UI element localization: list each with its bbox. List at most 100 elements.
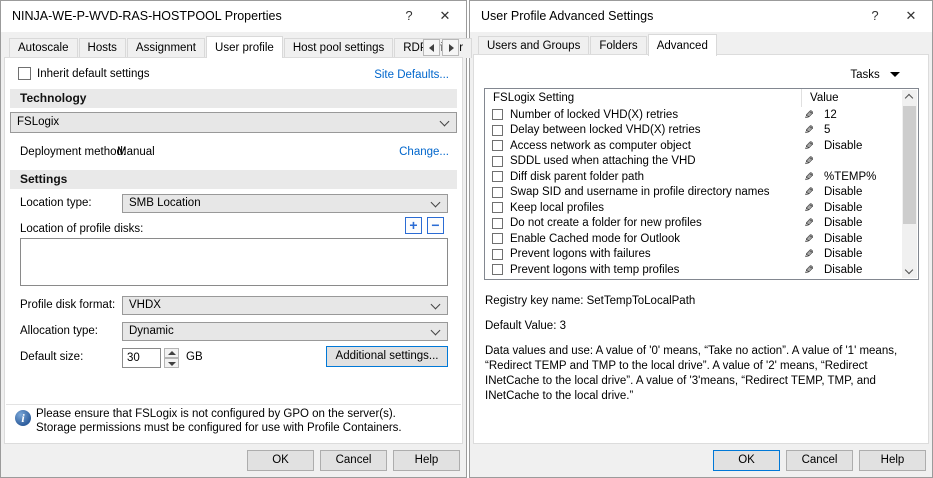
setting-row[interactable]: Access network as computer object ✎ Disa… (485, 138, 918, 154)
close-icon[interactable]: ✕ (430, 1, 460, 31)
profile-disk-format-select[interactable]: VHDX (122, 296, 448, 315)
setting-row[interactable]: Diff disk parent folder path ✎ %TEMP% (485, 169, 918, 185)
setting-value: Disable (824, 217, 863, 230)
tab-strip: Autoscale Hosts Assignment User profile … (9, 34, 473, 58)
tab-scroll-right-icon[interactable] (442, 39, 459, 56)
inherit-default-settings-checkbox[interactable] (18, 67, 31, 80)
tab-scroll-left-icon[interactable] (423, 39, 440, 56)
chevron-down-icon (430, 325, 441, 336)
registry-key-text: Registry key name: SetTempToLocalPath (485, 295, 696, 307)
add-location-icon[interactable]: + (405, 217, 422, 234)
scroll-up-icon[interactable] (902, 90, 917, 105)
setting-checkbox[interactable] (492, 202, 503, 214)
setting-row[interactable]: Enable Cached mode for Outlook ✎ Disable (485, 231, 918, 247)
tasks-dropdown[interactable]: Tasks (850, 69, 900, 81)
inherit-default-settings-label: Inherit default settings (37, 68, 150, 80)
setting-row[interactable]: Swap SID and username in profile directo… (485, 185, 918, 201)
location-type-select[interactable]: SMB Location (122, 194, 448, 213)
edit-pencil-icon[interactable]: ✎ (802, 216, 816, 230)
tab-folders[interactable]: Folders (590, 36, 647, 56)
stepper-down-icon[interactable] (164, 358, 179, 368)
setting-label: Enable Cached mode for Outlook (510, 232, 681, 245)
tab-assignment[interactable]: Assignment (126, 38, 206, 58)
setting-checkbox[interactable] (492, 264, 503, 276)
stepper-up-icon[interactable] (164, 348, 179, 358)
edit-pencil-icon[interactable]: ✎ (802, 201, 816, 215)
setting-checkbox[interactable] (492, 109, 503, 121)
edit-pencil-icon[interactable]: ✎ (802, 247, 816, 261)
allocation-type-select[interactable]: Dynamic (122, 322, 448, 341)
tab-advanced[interactable]: Advanced (647, 34, 717, 56)
scroll-down-icon[interactable] (902, 263, 917, 278)
close-icon[interactable]: ✕ (896, 1, 926, 31)
profile-disk-format-label: Profile disk format: (20, 299, 116, 311)
list-scrollbar[interactable] (902, 90, 917, 278)
setting-checkbox[interactable] (492, 233, 503, 245)
location-of-profile-disks-label: Location of profile disks: (20, 223, 144, 235)
edit-pencil-icon[interactable]: ✎ (802, 185, 816, 199)
edit-pencil-icon[interactable]: ✎ (802, 139, 816, 153)
setting-label: Do not create a folder for new profiles (510, 217, 702, 230)
default-size-unit-label: GB (186, 351, 203, 363)
default-size-input[interactable] (122, 348, 161, 368)
setting-label: SDDL used when attaching the VHD (510, 155, 696, 168)
cancel-button[interactable]: Cancel (786, 450, 853, 471)
edit-pencil-icon[interactable]: ✎ (802, 170, 816, 184)
setting-row[interactable]: Prevent logons with failures ✎ Disable (485, 247, 918, 263)
help-icon[interactable]: ? (394, 1, 424, 31)
additional-settings-button[interactable]: Additional settings... (326, 346, 448, 367)
tab-hosts[interactable]: Hosts (78, 38, 126, 58)
info-icon: i (15, 410, 31, 426)
profile-disks-list[interactable] (20, 238, 448, 286)
user-profile-tab-page: Inherit default settings Site Defaults..… (4, 57, 463, 444)
ok-button[interactable]: OK (713, 450, 780, 471)
site-defaults-link[interactable]: Site Defaults... (374, 69, 449, 81)
edit-pencil-icon[interactable]: ✎ (802, 123, 816, 137)
ok-button[interactable]: OK (247, 450, 314, 471)
dialog-title: NINJA-WE-P-WVD-RAS-HOSTPOOL Properties (12, 9, 282, 23)
chevron-down-icon (430, 299, 441, 310)
setting-checkbox[interactable] (492, 124, 503, 136)
setting-row[interactable]: Do not create a folder for new profiles … (485, 216, 918, 232)
help-icon[interactable]: ? (860, 1, 890, 31)
setting-row[interactable]: SDDL used when attaching the VHD ✎ (485, 154, 918, 170)
remove-location-icon[interactable]: − (427, 217, 444, 234)
location-type-selected-value: SMB Location (129, 197, 201, 209)
location-type-label: Location type: (20, 197, 92, 209)
setting-row[interactable]: Number of locked VHD(X) retries ✎ 12 (485, 107, 918, 123)
tab-users-and-groups[interactable]: Users and Groups (478, 36, 590, 56)
scrollbar-thumb[interactable] (903, 106, 916, 224)
setting-checkbox[interactable] (492, 248, 503, 260)
notice-line-2: Storage permissions must be configured f… (36, 422, 402, 434)
edit-pencil-icon[interactable]: ✎ (802, 263, 816, 277)
setting-label: Diff disk parent folder path (510, 170, 645, 183)
tab-user-profile[interactable]: User profile (206, 36, 283, 58)
title-bar: NINJA-WE-P-WVD-RAS-HOSTPOOL Properties ?… (1, 1, 466, 32)
change-link[interactable]: Change... (399, 146, 449, 158)
help-button[interactable]: Help (859, 450, 926, 471)
technology-selected-value: FSLogix (17, 116, 60, 128)
setting-checkbox[interactable] (492, 140, 503, 152)
setting-label: Prevent logons with failures (510, 248, 651, 261)
help-button[interactable]: Help (393, 450, 460, 471)
deployment-method-value: Manual (117, 146, 155, 158)
advanced-tab-page: Tasks FSLogix Setting Value Number of lo… (473, 54, 929, 444)
setting-checkbox[interactable] (492, 155, 503, 167)
edit-pencil-icon[interactable]: ✎ (802, 154, 816, 168)
setting-checkbox[interactable] (492, 217, 503, 229)
setting-row[interactable]: Prevent logons with temp profiles ✎ Disa… (485, 262, 918, 278)
allocation-type-label: Allocation type: (20, 325, 98, 337)
edit-pencil-icon[interactable]: ✎ (802, 232, 816, 246)
tab-host-pool-settings[interactable]: Host pool settings (283, 38, 394, 58)
technology-select[interactable]: FSLogix (10, 112, 457, 133)
data-values-description: Data values and use: A value of '0' mean… (485, 345, 898, 402)
setting-row[interactable]: Keep local profiles ✎ Disable (485, 200, 918, 216)
setting-checkbox[interactable] (492, 171, 503, 183)
setting-value: Disable (824, 232, 863, 245)
setting-column-header: FSLogix Setting (493, 92, 575, 104)
setting-row[interactable]: Delay between locked VHD(X) retries ✎ 5 (485, 123, 918, 139)
setting-checkbox[interactable] (492, 186, 503, 198)
cancel-button[interactable]: Cancel (320, 450, 387, 471)
edit-pencil-icon[interactable]: ✎ (802, 108, 816, 122)
tab-autoscale[interactable]: Autoscale (9, 38, 78, 58)
